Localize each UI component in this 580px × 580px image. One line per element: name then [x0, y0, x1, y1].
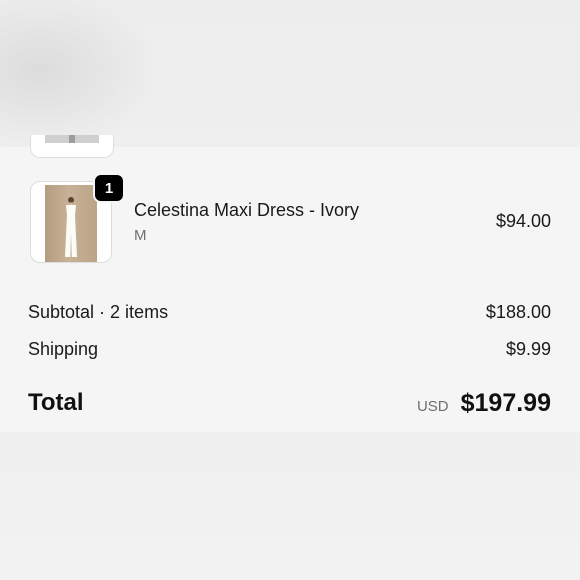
shipping-value: $9.99 [505, 339, 551, 359]
line-item-variant: M [134, 227, 147, 244]
subtotal-label: Subtotal · 2 items [28, 302, 169, 322]
quantity-badge: 1 [93, 173, 125, 203]
product-photo-icon [45, 135, 99, 143]
previous-item-thumbnail [30, 135, 114, 158]
line-item-price: $94.00 [495, 211, 551, 231]
dress-photo-icon [45, 185, 97, 262]
total-value: $197.99 [460, 389, 551, 417]
currency-code: USD [416, 398, 449, 415]
shipping-label: Shipping [28, 339, 99, 359]
checkout-page: 1 Celestina Maxi Dress - Ivory M $94.00 … [0, 0, 580, 580]
order-summary: 1 Celestina Maxi Dress - Ivory M $94.00 … [0, 135, 580, 432]
dress-silhouette-icon [65, 197, 77, 257]
blurred-footer-region [0, 432, 580, 580]
line-item-name: Celestina Maxi Dress - Ivory [134, 200, 360, 220]
total-label: Total [28, 389, 84, 416]
total-amount-group: USD $197.99 [417, 389, 551, 418]
blurred-header-region [0, 0, 580, 147]
subtotal-value: $188.00 [485, 302, 551, 322]
